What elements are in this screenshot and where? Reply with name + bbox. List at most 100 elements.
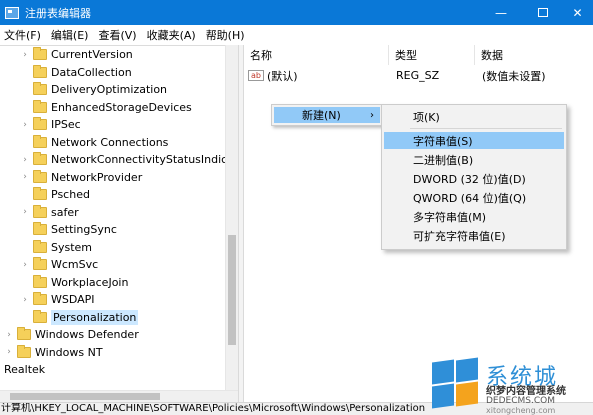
tree-item[interactable]: Realtek	[0, 361, 45, 378]
tree-item[interactable]: › safer	[20, 204, 79, 221]
tree-item[interactable]: Network Connections	[20, 134, 168, 151]
folder-icon	[33, 117, 47, 130]
expand-arrow-icon[interactable]: ›	[20, 50, 30, 60]
folder-icon	[33, 292, 47, 305]
tree-item-label: Personalization	[51, 309, 139, 325]
tree-item-label: safer	[51, 205, 79, 219]
maximize-button[interactable]	[520, 0, 566, 25]
submenu-item-dword-value[interactable]: DWORD (32 位)值(D)	[384, 170, 564, 187]
folder-icon	[33, 309, 47, 323]
expand-arrow-icon[interactable]: ›	[20, 260, 30, 270]
tree-item-label: DeliveryOptimization	[51, 83, 168, 96]
string-value-icon: ab	[248, 70, 264, 81]
tree-item[interactable]: › WSDAPI	[20, 291, 95, 308]
tree-item[interactable]: DataCollection	[20, 64, 132, 81]
column-header-data[interactable]: 数据	[475, 45, 593, 65]
submenu-item-string-value[interactable]: 字符串值(S)	[384, 132, 564, 149]
tree-item[interactable]: DeliveryOptimization	[20, 81, 167, 98]
folder-icon	[33, 204, 47, 218]
scroll-thumb[interactable]	[10, 393, 160, 400]
menu-favorites[interactable]: 收藏夹(A)	[143, 27, 200, 43]
xitongcheng-logo-icon	[430, 357, 482, 409]
regedit-app-icon	[5, 6, 19, 19]
menu-separator	[410, 128, 562, 129]
maximize-icon	[538, 8, 548, 17]
tree-item-label: EnhancedStorageDevices	[51, 100, 192, 114]
tree-item[interactable]: › NetworkConnectivityStatusIndicat	[20, 151, 238, 168]
submenu-item-binary-value[interactable]: 二进制值(B)	[384, 151, 564, 168]
menu-bar: 文件(F) 编辑(E) 查看(V) 收藏夹(A) 帮助(H)	[0, 25, 593, 45]
tree-item-label: SettingSync	[51, 223, 117, 236]
tree-vertical-scrollbar[interactable]	[225, 45, 238, 390]
tree-item-label: Windows NT	[35, 345, 103, 359]
tree-item-label: DataCollection	[51, 65, 132, 79]
folder-icon	[33, 47, 47, 60]
folder-icon	[33, 152, 47, 165]
menu-help[interactable]: 帮助(H)	[202, 27, 249, 43]
tree-item-label: Network Connections	[51, 135, 169, 149]
tree-item[interactable]: › Windows NT	[4, 344, 103, 361]
tree-item-label: IPSec	[51, 118, 81, 131]
expand-arrow-icon[interactable]: ›	[20, 120, 30, 130]
menu-file[interactable]: 文件(F)	[0, 27, 45, 43]
folder-icon	[33, 274, 47, 288]
folder-icon	[33, 134, 47, 148]
tree-item[interactable]: › Windows Defender	[4, 326, 139, 343]
folder-icon	[33, 239, 47, 253]
tree-item[interactable]: › NetworkProvider	[20, 169, 142, 186]
menu-edit[interactable]: 编辑(E)	[47, 27, 93, 43]
expand-arrow-icon[interactable]: ›	[20, 155, 30, 165]
expand-arrow-icon[interactable]: ›	[4, 347, 14, 357]
folder-icon	[33, 169, 47, 183]
tree-horizontal-scrollbar[interactable]	[0, 390, 238, 402]
scroll-thumb[interactable]	[228, 235, 236, 345]
minimize-button[interactable]: —	[478, 0, 524, 25]
tree-item[interactable]: Personalization	[20, 309, 139, 326]
expand-arrow-icon[interactable]: ›	[20, 207, 30, 217]
submenu-item-qword-value[interactable]: QWORD (64 位)值(Q)	[384, 189, 564, 206]
table-row[interactable]: ab (默认) REG_SZ (数值未设置)	[244, 67, 593, 84]
tree-item[interactable]: Psched	[20, 186, 90, 203]
tree-item-label: NetworkConnectivityStatusIndicat	[51, 153, 238, 166]
folder-icon	[33, 187, 47, 200]
submenu-item-multi-string-value[interactable]: 多字符串值(M)	[384, 208, 564, 225]
close-button[interactable]: ✕	[562, 0, 593, 25]
tree-item-label: WcmSvc	[51, 258, 99, 271]
column-header-name[interactable]: 名称	[244, 45, 389, 65]
chevron-right-icon: ›	[370, 109, 374, 121]
context-menu: 新建(N) ›	[271, 104, 383, 126]
tree-item[interactable]: › IPSec	[20, 116, 81, 133]
tree-item-label: CurrentVersion	[51, 48, 133, 61]
folder-icon	[33, 257, 47, 270]
folder-icon	[17, 344, 31, 358]
expand-arrow-icon[interactable]: ›	[20, 295, 30, 305]
tree-item-label: Realtek	[4, 363, 46, 376]
folder-icon	[33, 222, 47, 235]
submenu-item-key[interactable]: 项(K)	[384, 108, 564, 125]
folder-icon	[33, 82, 47, 95]
tree-item[interactable]: EnhancedStorageDevices	[20, 99, 192, 116]
value-type: REG_SZ	[396, 69, 440, 82]
submenu-item-expandable-string-value[interactable]: 可扩充字符串值(E)	[384, 227, 564, 244]
folder-icon	[33, 64, 47, 78]
tree-item-label: WSDAPI	[51, 293, 95, 306]
tree-item[interactable]: WorkplaceJoin	[20, 274, 128, 291]
value-data: (数值未设置)	[482, 69, 546, 83]
tree-item-label: Psched	[51, 188, 90, 201]
tree-item[interactable]: System	[20, 239, 92, 256]
tree-item-label: NetworkProvider	[51, 170, 143, 184]
expand-arrow-icon[interactable]: ›	[4, 330, 14, 340]
watermark: 系统城 织梦内容管理系统 DEDECMS.COM xitongcheng.com	[430, 355, 593, 415]
menu-view[interactable]: 查看(V)	[94, 27, 140, 43]
window-title: 注册表编辑器	[25, 6, 91, 20]
value-name: (默认)	[267, 69, 298, 83]
tree-item[interactable]: › CurrentVersion	[20, 46, 133, 63]
column-header-type[interactable]: 类型	[389, 45, 475, 65]
tree-item[interactable]: › WcmSvc	[20, 256, 98, 273]
tree-item-label: System	[51, 240, 93, 254]
expand-arrow-icon[interactable]: ›	[20, 172, 30, 182]
registry-tree[interactable]: › CurrentVersion DataCollection DeliveryOpt…	[0, 45, 238, 402]
tree-item[interactable]: SettingSync	[20, 221, 117, 238]
menu-item-new[interactable]: 新建(N) ›	[274, 107, 380, 123]
value-name-cell: ab (默认)	[248, 67, 298, 84]
